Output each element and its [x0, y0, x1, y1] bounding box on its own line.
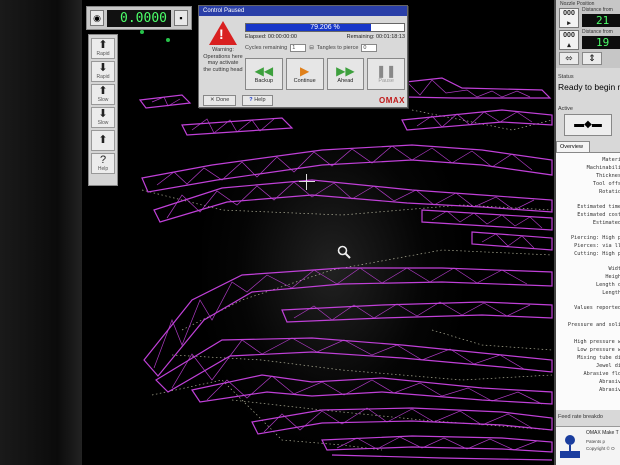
about-patents: Patents p — [586, 439, 606, 444]
arrow-up-icon: ⬆ — [98, 85, 108, 97]
info-row: Estimated — [592, 220, 620, 226]
info-row: Machinabili — [586, 165, 620, 171]
dialog-footer: ✕ Done ? Help OMAX — [203, 94, 405, 106]
ahead-button[interactable]: ▶▶ Ahead — [326, 58, 365, 90]
active-tool-icon[interactable]: ▬◆▬ — [564, 114, 612, 136]
pause-button[interactable]: ❚❚ Pause — [367, 58, 405, 90]
cycles-input[interactable]: 1 — [290, 44, 307, 52]
arrow-up-icon: ⬆ — [98, 134, 108, 146]
info-row: High pressure w — [574, 339, 620, 345]
info-row: Cutting: High p — [574, 251, 620, 257]
time-row: Elapsed: 00:00:00:00 Remaining: 00:01:18… — [245, 34, 405, 40]
info-row: Length — [602, 290, 620, 296]
jog-left-right-icon[interactable]: ⬄ — [559, 52, 579, 65]
info-row: Abrasiv — [599, 387, 620, 393]
distance-y-label: Distance from — [582, 29, 613, 35]
info-row: Jewel di — [596, 363, 620, 369]
question-icon: ? — [99, 154, 107, 166]
fast-forward-icon: ▶▶ — [336, 64, 355, 78]
arrow-up-icon: ⬆ — [98, 39, 108, 51]
pause-dialog: Control Paused ! Warning: Operations her… — [198, 5, 408, 108]
remaining-time: Remaining: 00:01:18:13 — [346, 34, 405, 40]
question-icon: ? — [249, 96, 253, 103]
info-row: Mixing tube di — [577, 355, 620, 361]
info-row: Values reported — [574, 305, 620, 311]
readout-left-button[interactable]: ◉ — [90, 10, 104, 26]
tangles-label: Tangles to pierce — [316, 45, 359, 51]
pause-icon: ❚❚ — [376, 64, 397, 78]
readout-right-button[interactable]: ▪ — [174, 10, 188, 26]
continue-button[interactable]: ▶ Continue — [285, 58, 324, 90]
play-icon: ▶ — [300, 64, 310, 78]
distance-y-value: 19 — [582, 36, 620, 49]
info-row: Length o — [596, 282, 620, 288]
info-row: Abrasiv — [599, 379, 620, 385]
info-row: Tool offs — [592, 181, 620, 187]
status-box: Status Ready to begin m — [558, 74, 620, 92]
jog-down-rapid-button[interactable]: ⬇ Rapid — [91, 61, 115, 82]
info-row: Materi — [602, 157, 620, 163]
jog-up-rapid-button[interactable]: ⬆ Rapid — [91, 38, 115, 59]
distance-x-value: 21 — [582, 14, 620, 27]
cycles-label: Cycles remaining — [245, 45, 288, 51]
jog-home-button[interactable]: ⬆ — [91, 130, 115, 151]
tangles-input[interactable]: 0 — [361, 44, 378, 52]
jog-down-slow-button[interactable]: ⬇ Slow — [91, 107, 115, 128]
job-progress-bar: 79.206 % — [245, 23, 405, 32]
jog-up-down-icon[interactable]: ⇕ — [582, 52, 602, 65]
about-box: OMAX Make T Patents p Copyright © O — [556, 426, 620, 465]
progress-percent: 79.206 % — [310, 24, 340, 31]
magnifier-icon — [337, 245, 351, 259]
status-dot-green — [140, 30, 144, 34]
cycle-fields: Cycles remaining 1 ⊟ Tangles to pierce 0 — [245, 44, 405, 52]
status-dot-green — [166, 38, 170, 42]
dialog-title: Control Paused — [199, 6, 407, 16]
elapsed-time: Elapsed: 00:00:00:00 — [245, 34, 297, 40]
arrow-down-icon: ⬇ — [98, 62, 108, 74]
info-row: Pierces: via ll — [574, 243, 620, 249]
rewind-icon: ◀◀ — [254, 64, 274, 78]
info-row: Heigh — [605, 274, 620, 280]
distance-x-label: Distance from — [582, 7, 613, 13]
about-title: OMAX Make T — [586, 430, 619, 436]
warning-area: ! Warning: Operations here may activate … — [203, 19, 243, 89]
jog-up-slow-button[interactable]: ⬆ Slow — [91, 84, 115, 105]
info-row: Thicknes — [596, 173, 620, 179]
dialog-help-button[interactable]: ? Help — [242, 94, 273, 106]
info-row: Estimated cost — [577, 212, 620, 218]
lock-icon[interactable]: ⊟ — [309, 45, 314, 51]
feed-rate-label: Feed rate breakdo — [556, 410, 620, 426]
arrow-down-icon: ⬇ — [98, 108, 108, 120]
omax-logo: OMAX — [379, 95, 405, 105]
active-label: Active — [558, 106, 573, 112]
zero-x-button[interactable]: 000 ▸ — [559, 8, 579, 28]
crosshair-cursor — [299, 174, 315, 190]
info-row: Estimated time — [577, 204, 620, 210]
position-readout: ◉ 0.0000 ▪ — [86, 6, 192, 30]
tab-overview[interactable]: Overview — [556, 141, 590, 152]
warning-icon: ! — [209, 21, 237, 45]
help-button[interactable]: ? Help — [91, 153, 115, 174]
backup-button[interactable]: ◀◀ Backup — [245, 58, 283, 90]
job-info-list: Materi Machinabili Thicknes Tool offs Rotati… — [556, 152, 620, 410]
status-label: Status — [558, 74, 574, 80]
about-copyright: Copyright © O — [586, 446, 615, 451]
done-button[interactable]: ✕ Done — [203, 94, 237, 106]
info-row: Abrasive flo — [583, 371, 620, 377]
info-row: Widt — [608, 266, 620, 272]
status-panel: Nozzle Position 000 ▸ Distance from 21 00… — [554, 0, 620, 465]
readout-digits: 0.0000 — [107, 9, 171, 27]
info-row: Rotatio — [599, 189, 620, 195]
monitor-bezel — [0, 0, 82, 465]
warning-text: Warning: Operations here may activate th… — [203, 47, 243, 73]
info-row: Low pressure w — [577, 347, 620, 353]
zero-y-button[interactable]: 000 ▴ — [559, 30, 579, 50]
info-row: Pressure and soli — [567, 322, 620, 328]
status-text: Ready to begin m — [558, 82, 620, 92]
motion-controls: ◀◀ Backup ▶ Continue ▶▶ Ahead ❚❚ Pause — [245, 58, 405, 90]
jog-toolbar: ⬆ Rapid ⬇ Rapid ⬆ Slow ⬇ Slow ⬆ ? Help — [88, 34, 118, 186]
nozzle-position-panel: Nozzle Position 000 ▸ Distance from 21 00… — [556, 0, 620, 68]
omax-logo-icon — [560, 435, 580, 458]
info-row: Piercing: High p — [571, 235, 620, 241]
